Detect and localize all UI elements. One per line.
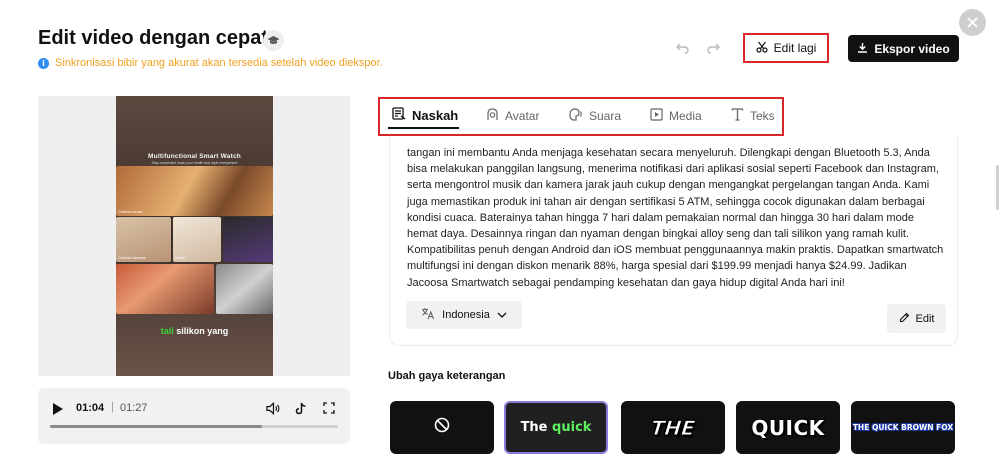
tile-label: Alarm [175,255,186,260]
edit-label: Edit [915,312,935,325]
tiktok-icon[interactable] [294,401,308,415]
video-tile-camera: Control camera [116,217,171,262]
caption-style-green-highlight[interactable]: The quick [504,401,608,454]
caption-style-italic-outline[interactable]: THE [621,401,725,454]
export-label: Ekspor video [874,41,950,56]
no-style-icon [434,417,450,438]
caption-style-word-highlight: quick [552,420,592,435]
tab-label: Suara [589,109,622,123]
undo-icon[interactable] [675,41,689,55]
edit-again-button[interactable]: Edit lagi [743,33,829,63]
script-text[interactable]: tangan ini membantu Anda menjaga kesehat… [407,145,947,291]
chevron-down-icon [497,309,507,321]
video-tile-watch [223,217,273,262]
caption-style-bold-shadow[interactable]: QUICK [736,401,840,454]
caption-style-heading: Ubah gaya keterangan [388,370,506,382]
volume-icon[interactable] [266,401,280,415]
language-select[interactable]: Indonesia [406,301,522,329]
tile-label: Control camera [118,255,146,260]
info-icon: i [38,57,49,69]
avatar-icon [486,108,499,124]
caption-style-preview: The quick [521,420,592,435]
video-player-controls: 01:04 | 01:27 [38,388,350,444]
pencil-icon [899,312,910,326]
progress-bar[interactable] [50,425,338,428]
video-caption: tali silikon yang [116,326,273,336]
edit-script-button[interactable]: Edit [887,304,946,333]
translate-icon [421,307,435,323]
caption-highlight: tali [160,326,174,336]
tab-media[interactable]: Media [650,108,702,124]
info-text: Sinkronisasi bibir yang akurat akan ters… [55,57,383,69]
tab-teks[interactable]: Teks [731,108,775,124]
download-icon [857,42,868,56]
time-separator: | [111,401,114,413]
video-tile-alarm: Alarm [173,217,221,262]
video-frame[interactable]: Multifunctional Smart Watch Stay connect… [116,96,273,376]
graduation-cap-icon[interactable] [263,30,284,51]
tab-label: Avatar [505,109,540,123]
tile-label: Control music [118,209,143,214]
caption-style-preview: QUICK [751,415,825,440]
tab-label: Media [669,109,702,123]
script-icon [392,107,406,123]
fullscreen-icon[interactable] [322,401,336,415]
progress-fill [50,425,262,428]
scrollbar[interactable] [996,165,999,210]
scissors-icon [756,41,768,56]
tab-avatar[interactable]: Avatar [486,108,539,124]
caption-style-blue-outline[interactable]: THE QUICK BROWN FOX [851,401,955,454]
text-icon [731,108,744,124]
language-label: Indonesia [442,309,490,321]
play-icon[interactable] [52,402,64,416]
caption-style-preview: THE [649,415,697,440]
tab-naskah[interactable]: Naskah [392,107,458,123]
redo-icon[interactable] [706,41,720,55]
editor-tabs: Naskah Avatar Suara Media Teks [378,97,784,136]
video-tile-calculator [216,264,273,314]
caption-style-preview: THE QUICK BROWN FOX [852,423,954,432]
tab-suara[interactable]: Suara [569,108,621,124]
edit-video-modal: Edit video dengan cepat i Sinkronisasi b… [0,0,1000,464]
video-tile-music: Control music [116,166,273,216]
current-time: 01:04 [76,402,105,414]
total-time: 01:27 [120,402,148,414]
tab-label: Naskah [412,107,459,123]
caption-text: silikon yang [176,326,229,336]
video-overlay-subtitle: Stay connected, track your health and st… [151,161,238,165]
export-video-button[interactable]: Ekspor video [848,35,959,62]
close-button[interactable] [959,9,986,36]
voice-icon [569,108,583,124]
active-tab-indicator [388,127,459,129]
script-panel: tangan ini membantu Anda menjaga kesehat… [389,136,958,346]
caption-style-word: The [520,420,548,435]
edit-again-label: Edit lagi [773,41,817,55]
close-icon [967,17,978,28]
video-overlay-title: Multifunctional Smart Watch [148,153,241,160]
caption-style-none[interactable] [390,401,494,454]
info-banner: i Sinkronisasi bibir yang akurat akan te… [38,57,383,69]
media-icon [650,108,663,124]
page-title: Edit video dengan cepat [38,27,269,49]
video-tile-runner [116,264,214,314]
tab-label: Teks [750,109,775,123]
